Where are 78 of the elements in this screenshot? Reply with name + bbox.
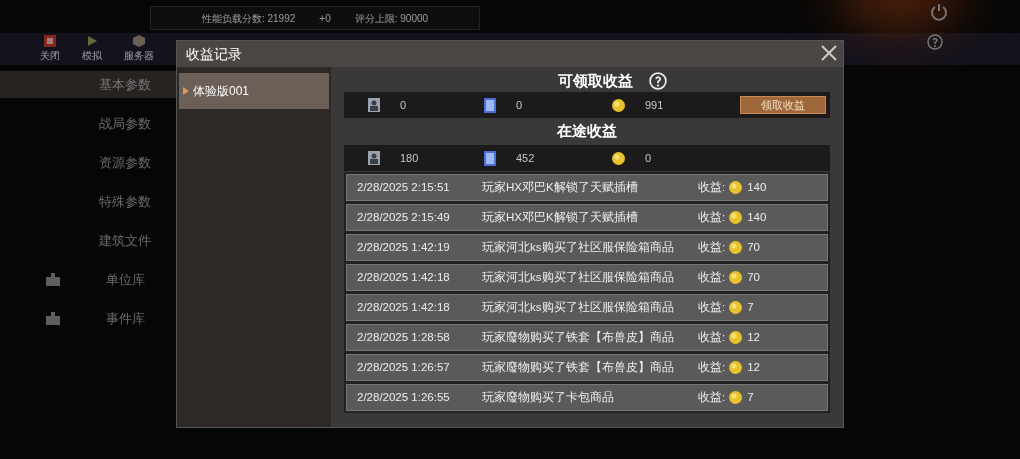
coin-icon — [612, 151, 625, 165]
record-time: 2/28/2025 1:42:18 — [357, 299, 451, 315]
sidebar-item[interactable]: 单位库 — [0, 266, 240, 293]
triangle-icon — [183, 87, 189, 95]
section-title: 可领取收益 — [557, 70, 633, 91]
coin-icon — [729, 241, 743, 254]
help-icon[interactable] — [927, 34, 943, 50]
income-amount: 7 — [747, 299, 754, 315]
income-label: 收益: — [698, 389, 726, 405]
sidebar-item[interactable]: 特殊参数 — [0, 188, 240, 215]
income-label: 收益: — [698, 179, 726, 195]
resource-count: 452 — [516, 150, 535, 166]
income-label: 收益: — [698, 329, 726, 345]
cube-icon — [133, 35, 145, 47]
income-label: 收益: — [698, 209, 726, 225]
sidebar-item[interactable]: 资源参数 — [0, 149, 240, 176]
card-icon — [484, 150, 496, 166]
coin-icon — [729, 391, 743, 404]
income-amount: 12 — [747, 329, 760, 345]
income-amount: 70 — [747, 269, 760, 285]
claim-button[interactable]: 领取收益 — [740, 96, 826, 114]
toolbar-button[interactable]: 模拟 — [82, 35, 102, 63]
record-time: 2/28/2025 1:26:57 — [357, 359, 451, 375]
coin-icon — [729, 211, 743, 224]
income-amount: 140 — [747, 209, 767, 225]
score-limit: 评分上限: 90000 — [354, 11, 429, 26]
power-icon[interactable] — [930, 3, 948, 21]
dialog-title: 收益记录 — [186, 44, 242, 64]
income-label: 收益: — [698, 269, 726, 285]
coin-icon — [729, 361, 743, 374]
resource-count: 180 — [400, 150, 419, 166]
stop-icon — [44, 35, 56, 47]
record-event: 玩家河北ks购买了社区服保险箱商品 — [482, 269, 675, 285]
income-label: 收益: — [698, 359, 726, 375]
income-amount: 140 — [747, 179, 767, 195]
record-time: 2/28/2025 1:42:19 — [357, 239, 451, 255]
version-item[interactable]: 体验版001 — [179, 73, 329, 109]
record-time: 2/28/2025 2:15:51 — [357, 179, 451, 195]
record-event: 玩家廢物购买了卡包商品 — [482, 389, 615, 405]
record-event: 玩家河北ks购买了社区服保险箱商品 — [482, 299, 675, 315]
resource-count: 991 — [645, 97, 664, 113]
sidebar-item[interactable]: 战局参数 — [0, 110, 240, 137]
toolbar-button[interactable]: 服务器 — [124, 35, 154, 63]
resource-count: 0 — [516, 97, 523, 113]
sidebar-item[interactable]: 建筑文件 — [0, 227, 240, 254]
score-text: 性能负载分数: 21992 — [201, 11, 296, 26]
record-event: 玩家HX邓巴K解锁了天赋插槽 — [482, 179, 639, 195]
record-event: 玩家HX邓巴K解锁了天赋插槽 — [482, 209, 639, 225]
card-icon — [484, 97, 496, 113]
record-event: 玩家廢物购买了铁套【布兽皮】商品 — [482, 359, 675, 375]
section-title: 在途收益 — [557, 121, 617, 142]
coin-icon — [612, 98, 625, 112]
toolbar-button[interactable]: 关闭 — [40, 35, 60, 63]
record-event: 玩家廢物购买了铁套【布兽皮】商品 — [482, 329, 675, 345]
income-label: 收益: — [698, 239, 726, 255]
record-event: 玩家河北ks购买了社区服保险箱商品 — [482, 239, 675, 255]
record-time: 2/28/2025 1:26:55 — [357, 389, 451, 405]
income-amount: 70 — [747, 239, 760, 255]
resource-count: 0 — [645, 150, 652, 166]
library-icon — [46, 273, 60, 286]
record-time: 2/28/2025 1:42:18 — [357, 269, 451, 285]
play-icon — [86, 35, 98, 47]
record-time: 2/28/2025 2:15:49 — [357, 209, 451, 225]
soldier-card-icon — [368, 151, 380, 165]
income-amount: 7 — [747, 389, 754, 405]
record-time: 2/28/2025 1:28:58 — [357, 329, 451, 345]
coin-icon — [729, 331, 743, 344]
coin-icon — [729, 301, 743, 314]
soldier-card-icon — [368, 98, 380, 112]
library-icon — [46, 312, 60, 325]
sidebar-item[interactable]: 事件库 — [0, 305, 240, 332]
resource-count: 0 — [400, 97, 407, 113]
income-label: 收益: — [698, 299, 726, 315]
score-delta: +0 — [319, 11, 331, 26]
coin-icon — [729, 271, 743, 284]
coin-icon — [729, 181, 743, 194]
income-amount: 12 — [747, 359, 760, 375]
close-icon[interactable] — [819, 43, 839, 63]
